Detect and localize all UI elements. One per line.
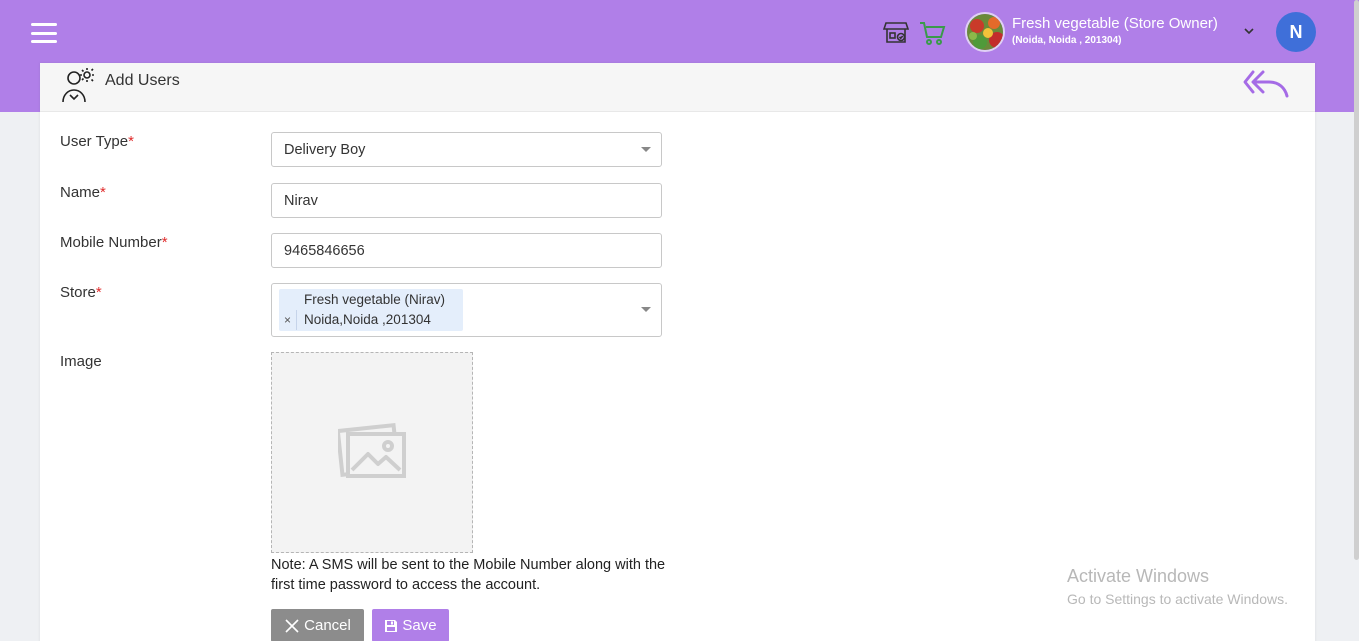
image-placeholder-icon <box>338 422 406 478</box>
store-tag-address: Noida,Noida ,201304 <box>304 312 431 327</box>
required-mark: * <box>128 133 134 150</box>
mobile-number-input[interactable]: 9465846656 <box>271 233 662 268</box>
sms-note: Note: A SMS will be sent to the Mobile N… <box>271 557 666 593</box>
close-icon <box>285 618 299 633</box>
required-mark: * <box>100 184 106 201</box>
mobile-number-value: 9465846656 <box>284 242 365 259</box>
store-select[interactable]: × Fresh vegetable (Nirav) Noida,Noida ,2… <box>271 283 662 337</box>
card-header: Add Users <box>40 63 1315 112</box>
store-tag: × Fresh vegetable (Nirav) Noida,Noida ,2… <box>279 289 463 331</box>
required-mark: * <box>95 284 102 301</box>
caret-down-icon <box>641 146 651 152</box>
name-label: Name* <box>60 184 106 201</box>
user-settings-icon <box>62 68 94 103</box>
caret-down-icon <box>641 307 651 312</box>
user-type-select[interactable]: Delivery Boy <box>271 132 662 167</box>
image-upload[interactable] <box>271 352 473 553</box>
remove-tag-icon[interactable]: × <box>279 310 297 330</box>
store-icon[interactable] <box>883 19 909 45</box>
mobile-number-label: Mobile Number* <box>60 234 168 251</box>
store-name[interactable]: Fresh vegetable (Store Owner) <box>1012 15 1218 32</box>
windows-watermark-subtitle: Go to Settings to activate Windows. <box>1067 591 1288 607</box>
name-input[interactable]: Nirav <box>271 183 662 218</box>
page-scrollbar[interactable] <box>1354 0 1359 560</box>
save-button[interactable]: Save <box>372 609 449 641</box>
chevron-down-icon[interactable] <box>1242 24 1256 38</box>
cancel-label: Cancel <box>304 617 351 634</box>
required-mark: * <box>161 234 168 251</box>
windows-watermark-title: Activate Windows <box>1067 566 1210 586</box>
store-tag-name: Fresh vegetable (Nirav) <box>304 292 446 307</box>
save-icon <box>385 619 398 632</box>
cancel-button[interactable]: Cancel <box>271 609 364 641</box>
back-icon[interactable] <box>1243 68 1291 100</box>
image-label: Image <box>60 353 102 370</box>
cart-icon[interactable] <box>918 19 946 47</box>
user-type-label: User Type* <box>60 133 134 150</box>
page-title: Add Users <box>105 72 180 89</box>
store-address: (Noida, Noida , 201304) <box>1012 35 1122 46</box>
store-avatar[interactable] <box>965 12 1005 52</box>
store-label: Store* <box>60 284 102 301</box>
user-type-value: Delivery Boy <box>284 141 366 158</box>
user-avatar[interactable]: N <box>1276 12 1316 52</box>
add-users-card: Add Users <box>40 63 1315 641</box>
name-value: Nirav <box>284 192 318 209</box>
menu-icon[interactable] <box>31 23 57 43</box>
save-label: Save <box>402 617 437 634</box>
